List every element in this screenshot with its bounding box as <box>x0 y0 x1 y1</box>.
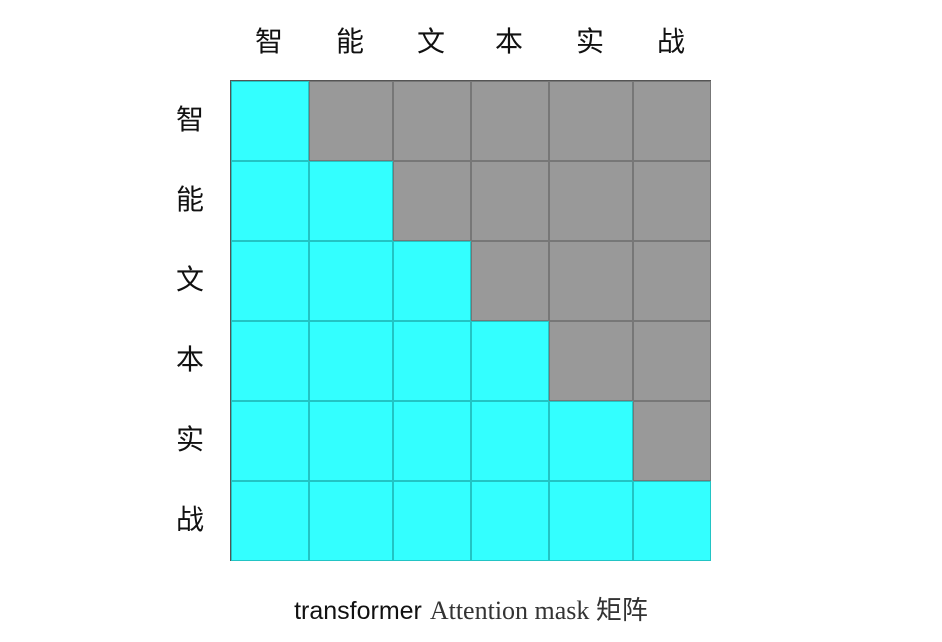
caption-model-name: transformer <box>294 597 422 625</box>
attention-cell-masked <box>393 161 471 241</box>
column-label: 智 <box>254 25 283 58</box>
attention-cell-visible <box>309 321 393 401</box>
attention-cell-masked <box>633 321 711 401</box>
figure-caption: transformer Attention mask 矩阵 <box>0 590 942 627</box>
attention-cell-visible <box>309 481 393 561</box>
attention-cell-visible <box>309 401 393 481</box>
row-label: 实 <box>175 423 204 456</box>
attention-cell-visible <box>231 321 309 401</box>
attention-cell-visible <box>471 321 549 401</box>
attention-cell-visible <box>393 401 471 481</box>
row-label: 战 <box>175 503 204 536</box>
attention-cell-masked <box>471 161 549 241</box>
row-label: 能 <box>175 183 204 216</box>
attention-cell-masked <box>549 161 633 241</box>
column-label: 实 <box>575 25 604 58</box>
attention-cell-visible <box>231 161 309 241</box>
attention-cell-visible <box>393 241 471 321</box>
attention-cell-visible <box>231 401 309 481</box>
attention-cell-visible <box>549 401 633 481</box>
attention-cell-masked <box>471 81 549 161</box>
attention-cell-visible <box>231 81 309 161</box>
attention-cell-visible <box>393 481 471 561</box>
attention-cell-visible <box>471 401 549 481</box>
attention-cell-masked <box>549 241 633 321</box>
caption-description: Attention mask 矩阵 <box>429 596 648 625</box>
attention-mask-grid <box>230 80 711 561</box>
attention-cell-masked <box>633 81 711 161</box>
row-label: 本 <box>175 343 204 376</box>
column-label: 战 <box>656 25 685 58</box>
attention-cell-visible <box>309 241 393 321</box>
attention-cell-masked <box>549 321 633 401</box>
attention-cell-masked <box>633 401 711 481</box>
attention-cell-masked <box>309 81 393 161</box>
attention-cell-masked <box>393 81 471 161</box>
attention-cell-masked <box>549 81 633 161</box>
attention-cell-visible <box>549 481 633 561</box>
attention-cell-visible <box>231 241 309 321</box>
attention-cell-visible <box>231 481 309 561</box>
attention-cell-visible <box>471 481 549 561</box>
attention-cell-masked <box>633 161 711 241</box>
attention-cell-masked <box>471 241 549 321</box>
attention-cell-visible <box>393 321 471 401</box>
row-label: 文 <box>175 263 204 296</box>
column-label: 文 <box>416 25 445 58</box>
attention-cell-masked <box>633 241 711 321</box>
attention-cell-visible <box>633 481 711 561</box>
row-label: 智 <box>175 103 204 136</box>
attention-cell-visible <box>309 161 393 241</box>
column-label: 本 <box>494 25 523 58</box>
column-label: 能 <box>335 25 364 58</box>
